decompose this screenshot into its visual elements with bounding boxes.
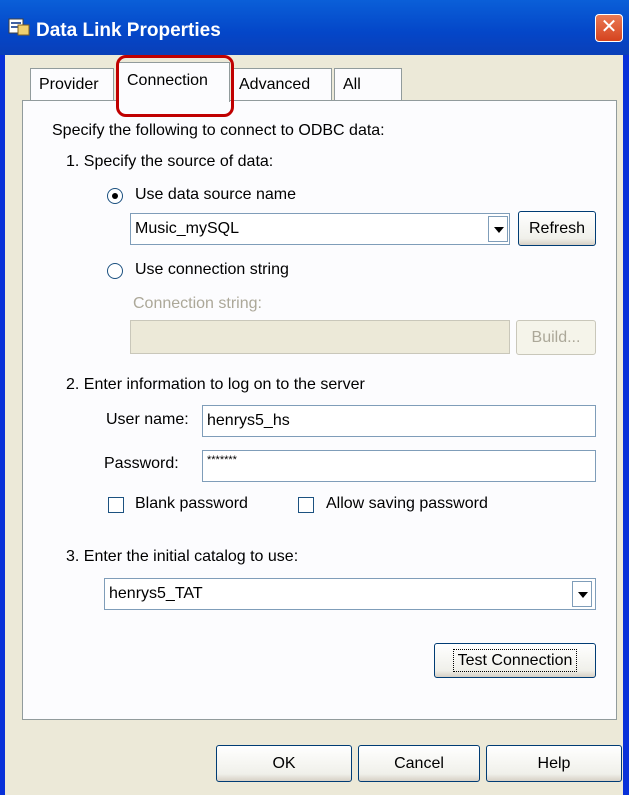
test-connection-button[interactable]: Test Connection (434, 643, 596, 678)
conn-string-label: Connection string: (133, 295, 262, 312)
intro-text: Specify the following to connect to ODBC… (52, 122, 385, 139)
blank-password-checkbox[interactable] (108, 497, 124, 513)
chevron-down-icon (578, 592, 588, 598)
use-dsn-radio[interactable] (107, 188, 123, 204)
dsn-combobox[interactable]: Music_mySQL (130, 213, 510, 245)
allow-saving-label[interactable]: Allow saving password (326, 495, 488, 513)
user-name-value: henrys5_hs (207, 412, 290, 429)
step3-label: 3. Enter the initial catalog to use: (66, 548, 299, 565)
chevron-down-icon (494, 227, 504, 233)
dsn-dropdown-button[interactable] (488, 216, 508, 242)
tab-advanced-label: Advanced (239, 76, 311, 93)
tab-all-label: All (343, 76, 361, 93)
refresh-label: Refresh (528, 220, 586, 237)
test-connection-label: Test Connection (452, 649, 578, 672)
tab-all[interactable]: All (334, 68, 402, 100)
catalog-combobox[interactable]: henrys5_TAT (104, 578, 596, 610)
blank-password-label[interactable]: Blank password (135, 495, 248, 513)
tab-provider-label: Provider (39, 76, 99, 93)
password-input[interactable]: ******* (202, 450, 596, 482)
use-conn-string-label[interactable]: Use connection string (135, 261, 289, 279)
step2-label: 2. Enter information to log on to the se… (66, 376, 365, 393)
data-link-icon (8, 18, 30, 36)
password-value: ******* (207, 454, 237, 466)
use-dsn-label[interactable]: Use data source name (135, 186, 296, 204)
build-label: Build... (531, 329, 581, 346)
help-button[interactable]: Help (486, 745, 622, 782)
ok-label: OK (272, 755, 296, 772)
close-button[interactable]: ✕ (595, 14, 623, 42)
user-name-label: User name: (106, 411, 189, 428)
allow-saving-checkbox[interactable] (298, 497, 314, 513)
dsn-value: Music_mySQL (135, 220, 240, 237)
radio-selected-dot (112, 193, 118, 199)
build-button[interactable]: Build... (516, 320, 596, 355)
step1-label: 1. Specify the source of data: (66, 153, 274, 170)
cancel-button[interactable]: Cancel (358, 745, 480, 782)
refresh-button[interactable]: Refresh (518, 211, 596, 246)
tab-provider[interactable]: Provider (30, 68, 114, 100)
annotation-highlight-box (116, 55, 234, 117)
window-title: Data Link Properties (36, 20, 221, 41)
title-bar[interactable]: Data Link Properties ✕ (0, 0, 629, 55)
ok-button[interactable]: OK (216, 745, 352, 782)
close-icon: ✕ (600, 16, 618, 38)
help-label: Help (537, 755, 571, 772)
user-name-input[interactable]: henrys5_hs (202, 405, 596, 437)
use-conn-string-radio[interactable] (107, 263, 123, 279)
catalog-value: henrys5_TAT (109, 585, 203, 602)
conn-string-input[interactable] (130, 320, 510, 354)
tab-advanced[interactable]: Advanced (232, 68, 332, 100)
catalog-dropdown-button[interactable] (572, 581, 592, 607)
password-label: Password: (104, 455, 179, 472)
cancel-label: Cancel (394, 755, 444, 772)
